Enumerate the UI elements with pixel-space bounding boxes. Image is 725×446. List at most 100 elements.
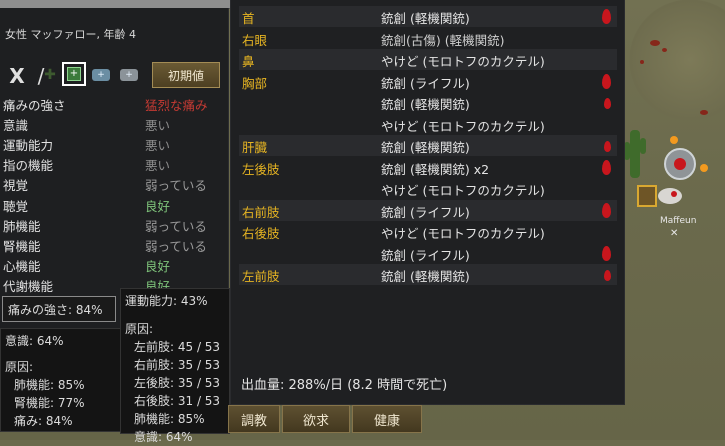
capacity-value: 悪い xyxy=(145,158,171,174)
tooltip-item: 肺機能: 85% xyxy=(134,412,205,426)
pawn-description: 女性 マッファロー, 年齢 4 xyxy=(5,28,136,41)
tab-health[interactable]: 健康 xyxy=(352,405,422,433)
hediff-row[interactable]: 首 銃創 (軽機関銃) xyxy=(239,6,617,27)
injury-label: やけど (モロトフのカクテル) xyxy=(381,226,545,241)
turret-icon[interactable] xyxy=(664,148,696,180)
tooltip-item: 右前肢: 35 / 53 xyxy=(134,358,221,372)
body-part: 首 xyxy=(242,11,255,26)
capacity-name: 指の機能 xyxy=(3,158,54,174)
body-part: 右後肢 xyxy=(242,226,280,241)
blood-splatter xyxy=(650,40,660,46)
injury-label: 銃創 (ライフル) xyxy=(381,75,470,91)
pawn-icon[interactable] xyxy=(658,188,682,204)
hediff-row[interactable]: 肝臓 銃創 (軽機関銃) xyxy=(239,135,617,156)
bleeding-rate: 出血量: 288%/日 (8.2 時間で死亡) xyxy=(241,378,448,393)
capacity-row[interactable]: 指の機能 悪い xyxy=(3,155,225,175)
capacity-row[interactable]: 視覚 弱っている xyxy=(3,175,225,195)
capacity-value: 弱っている xyxy=(145,178,207,194)
capacity-row[interactable]: 痛みの強さ 猛烈な痛み xyxy=(3,94,225,114)
tooltip-title: 意識: 64% xyxy=(5,334,64,348)
injury-label: 銃創 (ライフル) xyxy=(381,204,470,220)
body-part: 右眼 xyxy=(242,32,268,48)
injury-label: 銃創 (軽機関銃) xyxy=(381,269,470,284)
body-part: 胸部 xyxy=(242,75,268,91)
capacity-name: 肺機能 xyxy=(3,218,41,234)
medicine-icon-2[interactable]: + xyxy=(120,69,138,81)
blood-drop-icon xyxy=(604,98,611,109)
hediff-row[interactable]: 右前肢 銃創 (ライフル) xyxy=(239,199,617,221)
capacity-value: 弱っている xyxy=(145,218,207,234)
hediff-row[interactable]: 鼻 やけど (モロトフのカクテル) xyxy=(239,49,617,70)
injury-label: やけど (モロトフのカクテル) xyxy=(381,183,545,198)
capacity-name: 腎機能 xyxy=(3,238,41,254)
medicine-icon[interactable]: + xyxy=(92,69,110,81)
body-part: 肝臓 xyxy=(242,140,268,155)
reset-button[interactable]: 初期値 xyxy=(152,62,220,88)
capacity-name: 心機能 xyxy=(3,259,41,275)
hediff-panel: 首銃創 (軽機関銃) 右眼 銃創(古傷) (軽機関銃) 鼻やけど (モロトフのカクテル… xyxy=(230,0,625,405)
hediff-row[interactable]: 銃創 (軽機関銃) xyxy=(239,92,617,113)
blood-splatter xyxy=(662,48,667,52)
hediff-row[interactable]: やけど (モロトフのカクテル) xyxy=(239,114,617,135)
tooltip-item: 左後肢: 35 / 53 xyxy=(134,376,221,390)
body-part: 右前肢 xyxy=(242,204,280,220)
hediff-row[interactable]: 銃創 (ライフル) xyxy=(239,243,617,264)
blood-drop-icon xyxy=(602,9,611,24)
injury-label: 銃創 (軽機関銃) xyxy=(381,97,470,112)
crate-icon[interactable] xyxy=(637,185,657,207)
plus-icon: + xyxy=(67,67,81,81)
blood-drop-icon xyxy=(602,202,611,218)
capacity-row[interactable]: 肺機能 弱っている xyxy=(3,215,225,235)
inspect-tabs: 調教 欲求 健康 xyxy=(228,405,424,433)
consciousness-tooltip: 意識: 64% 原因: 肺機能: 85% 腎機能: 77% 痛み: 84% xyxy=(0,328,122,432)
blood-drop-icon xyxy=(602,245,611,261)
tooltip-title: 運動能力: 43% xyxy=(125,294,208,308)
capacity-name: 運動能力 xyxy=(3,137,54,153)
pain-tooltip: 痛みの強さ: 84% xyxy=(2,296,116,322)
pawn-label: Maffeun xyxy=(660,216,696,226)
injury-label: 銃創 (ライフル) xyxy=(381,247,470,263)
tooltip-item: 意識: 64% xyxy=(134,430,193,444)
capacity-name: 意識 xyxy=(3,117,29,133)
tooltip-item: 腎機能: 77% xyxy=(14,396,85,410)
hediff-row[interactable]: 左後肢 銃創 (軽機関銃) x2 xyxy=(239,157,617,178)
injury-label: 銃創 (軽機関銃) xyxy=(381,140,470,155)
injury-label: 銃創 (軽機関銃) x2 xyxy=(381,161,490,177)
blood-drop-icon xyxy=(602,73,611,89)
injury-label: 銃創 (軽機関銃) xyxy=(381,11,470,26)
tooltip-item: 右後肢: 31 / 53 xyxy=(134,394,221,408)
hediff-row[interactable]: やけど (モロトフのカクテル) xyxy=(239,178,617,199)
blood-splatter xyxy=(700,110,708,115)
close-icon[interactable]: X xyxy=(8,64,26,88)
cross-icon: ✕ xyxy=(670,228,678,239)
injury-label: 銃創(古傷) (軽機関銃) xyxy=(381,32,505,48)
hediff-row[interactable]: 胸部 銃創 (ライフル) xyxy=(239,71,617,92)
capacity-row[interactable]: 腎機能 弱っている xyxy=(3,235,225,255)
capacity-value: 良好 xyxy=(145,259,171,275)
capacity-list: 痛みの強さ 猛烈な痛み 意識 悪い 運動能力 悪い 指の機能 悪い 視覚 弱っている 聴覚 良好 肺機能… xyxy=(3,94,225,296)
edit-icon[interactable]: / xyxy=(32,64,50,88)
blood-splatter xyxy=(640,60,644,64)
hediff-row[interactable]: 右眼 銃創(古傷) (軽機関銃) xyxy=(239,28,617,49)
body-part: 鼻 xyxy=(242,54,255,69)
capacity-row[interactable]: 意識 悪い xyxy=(3,114,225,134)
capacity-value: 弱っている xyxy=(145,238,207,254)
tooltip-item: 痛み: 84% xyxy=(14,414,73,428)
cactus-icon xyxy=(624,130,646,178)
capacity-value: 良好 xyxy=(145,198,171,214)
hediff-row[interactable]: 右後肢 やけど (モロトフのカクテル) xyxy=(239,221,617,242)
tab-training[interactable]: 調教 xyxy=(228,405,280,433)
capacity-row[interactable]: 運動能力 悪い xyxy=(3,134,225,154)
capacity-row[interactable]: 聴覚 良好 xyxy=(3,195,225,215)
capacity-value: 猛烈な痛み xyxy=(145,97,208,113)
tab-needs[interactable]: 欲求 xyxy=(282,405,350,433)
moving-tooltip: 運動能力: 43% 原因: 左前肢: 45 / 53 右前肢: 35 / 53 左後… xyxy=(120,288,230,444)
hediff-row[interactable]: 左前肢 銃創 (軽機関銃) xyxy=(239,264,617,285)
blood-drop-icon xyxy=(604,270,611,281)
map-scene[interactable]: Maffeun ✕ xyxy=(624,120,725,240)
capacity-row[interactable]: 心機能 良好 xyxy=(3,256,225,276)
self-tend-toggle[interactable]: + xyxy=(62,62,86,86)
tooltip-item: 左前肢: 45 / 53 xyxy=(134,340,221,354)
injury-label: やけど (モロトフのカクテル) xyxy=(381,54,545,69)
body-part: 左後肢 xyxy=(242,161,280,177)
